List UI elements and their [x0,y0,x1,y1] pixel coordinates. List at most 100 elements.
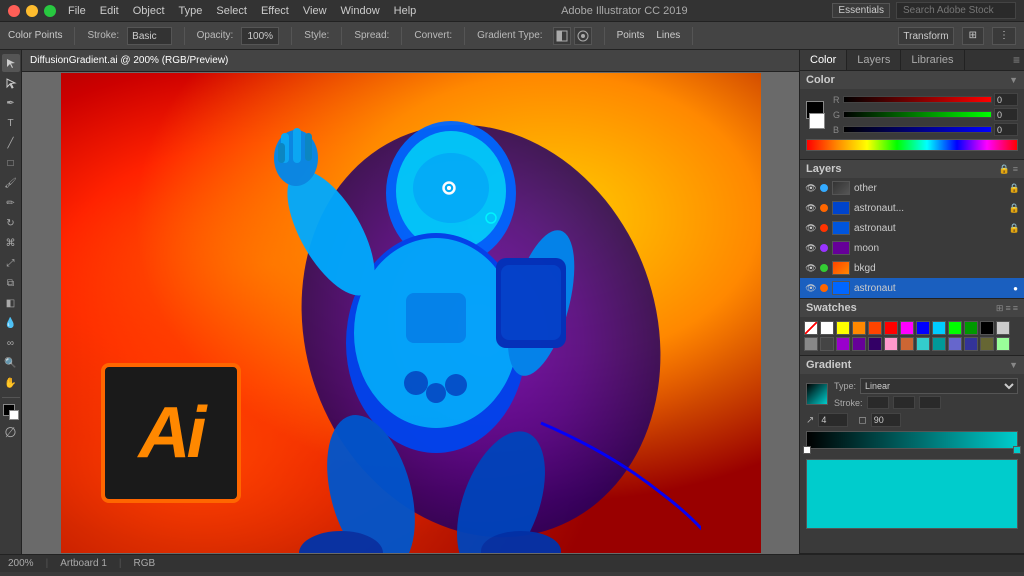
points-label[interactable]: Points [617,30,645,41]
scale-tool[interactable]: ⤢ [2,254,20,272]
swatches-menu-icon[interactable]: ≡ [1013,303,1018,313]
color-spectrum[interactable] [806,139,1018,151]
line-tool[interactable]: ╱ [2,134,20,152]
maximize-button[interactable] [44,5,56,17]
layer-eye-astronaut1[interactable]: 👁 [804,201,818,215]
warp-tool[interactable]: ⌘ [2,234,20,252]
minimize-button[interactable] [26,5,38,17]
gradient-panel-header[interactable]: Gradient ▼ [800,356,1024,374]
swatch-orange1[interactable] [852,321,866,335]
layer-item-astronaut1[interactable]: 👁 astronaut... 🔒 [800,198,1024,218]
search-stock-input[interactable]: Search Adobe Stock [896,2,1016,19]
color-panel-header[interactable]: Color ▼ [800,71,1024,89]
close-button[interactable] [8,5,20,17]
swatches-list-icon[interactable]: ≡ [1005,303,1010,313]
gradient-angle-input[interactable] [818,413,848,427]
type-tool[interactable]: T [2,114,20,132]
layers-panel-header[interactable]: Layers 🔒 ≡ [800,160,1024,178]
menu-help[interactable]: Help [394,5,417,17]
eyedropper-tool[interactable]: 💧 [2,314,20,332]
menu-type[interactable]: Type [179,5,203,17]
tab-libraries[interactable]: Libraries [901,50,964,70]
direct-selection-tool[interactable] [2,74,20,92]
layer-item-astronaut2[interactable]: 👁 astronaut 🔒 [800,218,1024,238]
gradient-stroke-input3[interactable] [919,396,941,409]
swatch-none[interactable] [804,321,818,335]
swatch-white[interactable] [820,321,834,335]
swatch-orange2[interactable] [868,321,882,335]
tab-color[interactable]: Color [800,50,847,70]
gradient-type-icon1[interactable] [553,27,571,45]
swatch-purple2[interactable] [852,337,866,351]
gradient-type-icon2[interactable] [574,27,592,45]
swatch-gray1[interactable] [996,321,1010,335]
layer-lock-other[interactable]: 🔒 [1009,183,1020,194]
layer-eye-other[interactable]: 👁 [804,181,818,195]
pencil-tool[interactable]: ✏ [2,194,20,212]
gradient-large-swatch[interactable] [806,459,1018,529]
swatch-olive[interactable] [980,337,994,351]
stroke-swatch[interactable] [809,113,825,129]
swatch-gray2[interactable] [804,337,818,351]
free-transform-tool[interactable]: ⧉ [2,274,20,292]
swatch-magenta[interactable] [900,321,914,335]
swatch-purple3[interactable] [868,337,882,351]
artboard[interactable]: Ai [22,72,799,554]
gradient-stop-left[interactable] [803,446,811,454]
layer-item-other[interactable]: 👁 other 🔒 [800,178,1024,198]
layer-eye-moon1[interactable]: 👁 [804,241,818,255]
pen-tool[interactable]: ✒ [2,94,20,112]
zoom-tool[interactable]: 🔍 [2,354,20,372]
menu-window[interactable]: Window [341,5,380,17]
layer-lock-a2[interactable]: 🔒 [1009,223,1020,234]
swatch-gray3[interactable] [820,337,834,351]
menu-file[interactable]: File [68,5,86,17]
layer-item-moon1[interactable]: 👁 moon [800,238,1024,258]
swatch-yellow[interactable] [836,321,850,335]
swatch-darkgreen[interactable] [964,321,978,335]
hand-tool[interactable]: ✋ [2,374,20,392]
gradient-opacity-input[interactable] [871,413,901,427]
rotate-tool[interactable]: ↻ [2,214,20,232]
swatch-pink[interactable] [884,337,898,351]
color-g-input[interactable] [994,108,1018,121]
layer-item-bkgd[interactable]: 👁 bkgd [800,258,1024,278]
gradient-stroke-input2[interactable] [893,396,915,409]
layer-eye-astronaut2[interactable]: 👁 [804,221,818,235]
menu-effect[interactable]: Effect [261,5,289,17]
menu-view[interactable]: View [303,5,327,17]
selection-tool[interactable] [2,54,20,72]
swatches-grid-icon[interactable]: ⊞ [996,303,1004,314]
layer-eye-bkgd[interactable]: 👁 [804,261,818,275]
gradient-stroke-input1[interactable] [867,396,889,409]
opacity-value[interactable]: 100% [241,27,279,45]
canvas-tab-label[interactable]: DiffusionGradient.ai @ 200% (RGB/Preview… [30,55,228,66]
swatch-teal1[interactable] [916,337,930,351]
layer-lock-a1[interactable]: 🔒 [1009,203,1020,214]
align-button[interactable]: ⊞ [962,27,984,45]
swatch-indigo[interactable] [948,337,962,351]
transform-label[interactable]: Transform [898,27,953,45]
menu-select[interactable]: Select [216,5,247,17]
swatch-black[interactable] [980,321,994,335]
tab-layers[interactable]: Layers [847,50,901,70]
color-r-input[interactable] [994,93,1018,106]
gradient-preview-swatch[interactable] [806,383,828,405]
gradient-type-select[interactable]: Linear Radial [860,378,1018,394]
color-b-input[interactable] [994,123,1018,136]
swatch-teal2[interactable] [932,337,946,351]
layer-item-astronaut-active[interactable]: 👁 astronaut ● [800,278,1024,298]
swatch-lime[interactable] [996,337,1010,351]
menu-edit[interactable]: Edit [100,5,119,17]
swatch-purple1[interactable] [836,337,850,351]
fill-color[interactable] [2,403,20,421]
swatch-cyan[interactable] [932,321,946,335]
swatch-navy[interactable] [964,337,978,351]
swatch-brown1[interactable] [900,337,914,351]
gradient-tool[interactable]: ◧ [2,294,20,312]
rectangle-tool[interactable]: □ [2,154,20,172]
menu-object[interactable]: Object [133,5,165,17]
arrange-button[interactable]: ⋮ [992,27,1016,45]
swatches-panel-header[interactable]: Swatches ⊞ ≡ ≡ [800,299,1024,317]
gradient-stop-right[interactable] [1013,446,1021,454]
